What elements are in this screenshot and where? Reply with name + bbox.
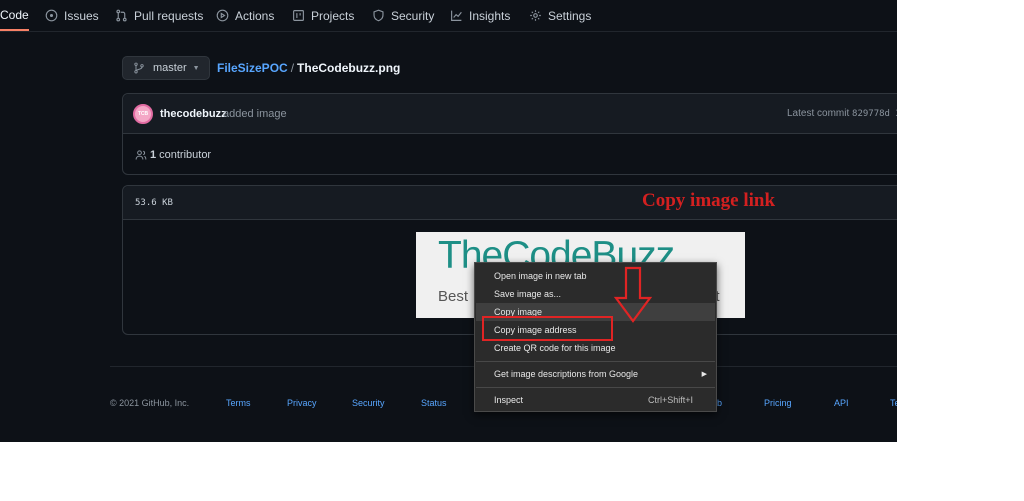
shield-icon — [373, 9, 384, 22]
github-window: Code Issues Pull requests Actions Projec… — [0, 0, 897, 442]
issue-icon — [45, 9, 58, 22]
contributors-row[interactable]: 1 contributor — [135, 149, 211, 161]
tab-security-label: Security — [391, 8, 435, 23]
file-header: 53.6 KB Copy image link — [123, 186, 897, 220]
menu-item-label: Open image in new tab — [494, 271, 587, 281]
latest-commit-row: TCB thecodebuzz added image Latest commi… — [123, 94, 897, 134]
pull-request-icon — [116, 9, 127, 22]
footer-link-privacy[interactable]: Privacy — [287, 398, 317, 408]
tab-code[interactable]: Code — [0, 0, 29, 31]
git-branch-icon — [134, 62, 144, 74]
tab-actions[interactable]: Actions — [216, 0, 274, 31]
tab-insights-label: Insights — [469, 8, 511, 23]
footer-link-status[interactable]: Status — [421, 398, 447, 408]
breadcrumb-file-name: TheCodebuzz.png — [297, 61, 401, 75]
breadcrumb-repo-link[interactable]: FileSizePOC — [217, 61, 288, 75]
people-icon — [135, 150, 147, 160]
menu-item-label: Get image descriptions from Google — [494, 369, 639, 379]
breadcrumb: FileSizePOC / TheCodebuzz.png — [217, 61, 400, 75]
footer-link-partial[interactable]: b — [717, 398, 722, 408]
preview-tagline: Best — [438, 288, 469, 305]
menu-item-label: Create QR code for this image — [494, 343, 616, 353]
tab-actions-label: Actions — [235, 8, 275, 23]
commit-author-link[interactable]: thecodebuzz — [160, 108, 227, 120]
project-board-icon — [293, 10, 304, 21]
footer-link-security[interactable]: Security — [352, 398, 385, 408]
tab-projects[interactable]: Projects — [292, 0, 354, 31]
breadcrumb-separator: / — [290, 61, 295, 75]
menu-item-create-qr-code[interactable]: Create QR code for this image — [476, 339, 715, 357]
graph-icon — [451, 10, 462, 21]
footer-link-training[interactable]: Te — [890, 398, 897, 408]
menu-item-shortcut: Ctrl+Shift+I — [647, 395, 693, 405]
latest-commit-label: Latest commit — [787, 108, 850, 119]
caret-down-icon: ▼ — [192, 64, 200, 72]
submenu-arrow-icon: ▶ — [701, 371, 707, 378]
down-arrow-icon — [613, 266, 653, 323]
tab-projects-label: Projects — [311, 8, 355, 23]
play-circle-icon — [216, 9, 229, 22]
highlight-box — [482, 316, 613, 341]
gear-icon — [530, 10, 541, 21]
file-size: 53.6 KB — [135, 198, 173, 208]
menu-separator — [476, 387, 715, 388]
footer-link-terms[interactable]: Terms — [226, 398, 251, 408]
tab-security[interactable]: Security — [372, 0, 434, 31]
commit-message[interactable]: added image — [223, 108, 287, 120]
contributor-count: 1 — [150, 149, 157, 161]
avatar[interactable]: TCB — [133, 104, 153, 124]
commit-sha-link[interactable]: 829778d 3 — [852, 109, 897, 119]
footer-link-pricing[interactable]: Pricing — [764, 398, 792, 408]
menu-item-open-image-new-tab[interactable]: Open image in new tab — [476, 267, 715, 285]
menu-item-save-image-as[interactable]: Save image as... — [476, 285, 715, 303]
tab-pull-requests[interactable]: Pull requests — [115, 0, 203, 31]
menu-item-label: Save image as... — [494, 289, 562, 299]
commit-info-box: TCB thecodebuzz added image Latest commi… — [122, 93, 897, 175]
tab-pull-requests-label: Pull requests — [134, 8, 204, 23]
menu-item-label: Inspect — [494, 395, 524, 405]
branch-name: master — [153, 62, 187, 74]
menu-item-image-descriptions[interactable]: Get image descriptions from Google ▶ — [476, 365, 715, 383]
tab-issues-label: Issues — [64, 8, 99, 23]
annotation-caption: Copy image link — [642, 190, 776, 211]
tab-insights[interactable]: Insights — [450, 0, 510, 31]
footer-copyright: © 2021 GitHub, Inc. — [110, 398, 190, 408]
repo-nav: Code Issues Pull requests Actions Projec… — [0, 0, 897, 32]
tab-issues[interactable]: Issues — [45, 0, 99, 31]
tab-settings[interactable]: Settings — [529, 0, 591, 31]
footer-link-api[interactable]: API — [834, 398, 849, 408]
menu-separator — [476, 361, 715, 362]
contributor-label: contributor — [159, 149, 212, 161]
tab-settings-label: Settings — [548, 8, 592, 23]
branch-select-button[interactable]: master ▼ — [122, 56, 210, 80]
latest-commit-info: Latest commit 829778d 3 — [787, 108, 897, 119]
avatar-initials-mark: TCB — [137, 111, 149, 117]
menu-item-inspect[interactable]: Inspect Ctrl+Shift+I — [476, 391, 715, 409]
tab-code-label: Code — [0, 7, 29, 22]
